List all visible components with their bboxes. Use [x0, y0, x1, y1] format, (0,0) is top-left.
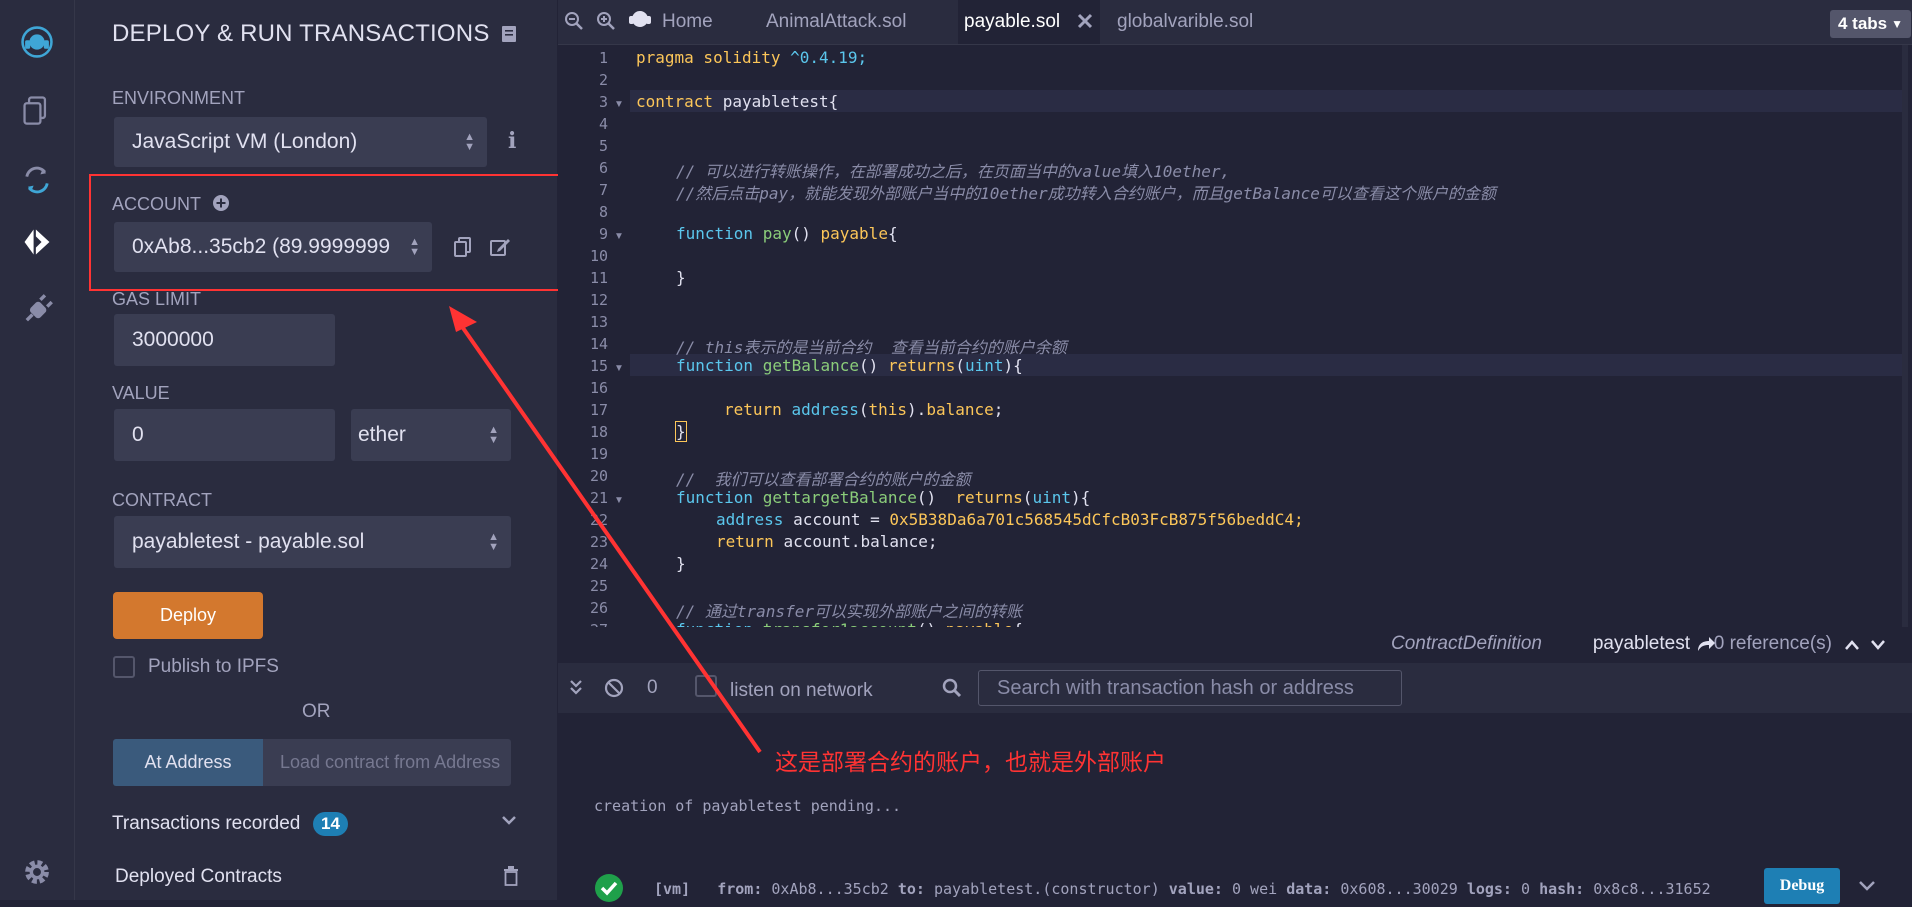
annotation-note: 这是部署合约的账户，也就是外部账户	[775, 750, 1166, 776]
